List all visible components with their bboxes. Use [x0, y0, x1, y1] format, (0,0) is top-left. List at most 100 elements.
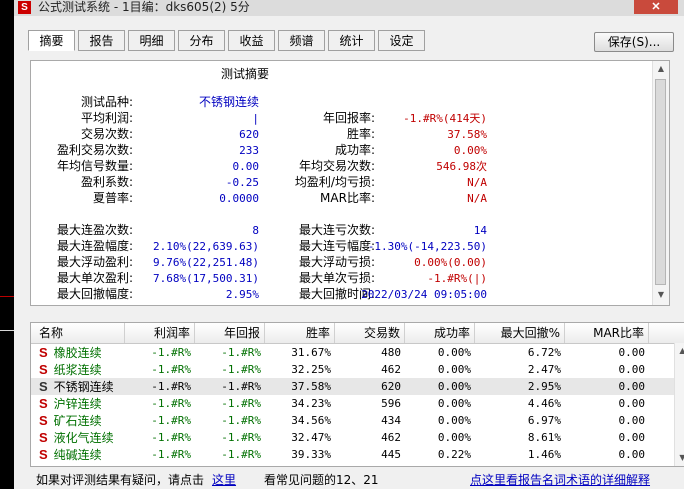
question-text: 如果对评测结果有疑问，请点击	[36, 473, 205, 487]
summary-value: 0.0000	[219, 192, 259, 205]
summary-label: 平均利润:	[80, 111, 133, 125]
summary-label: 均盈利/均亏损:	[294, 175, 375, 189]
summary-label: 最大连亏幅度:	[298, 239, 375, 253]
strategy-s-icon: S	[39, 413, 48, 428]
table-cell: -1.#R%	[151, 346, 191, 359]
summary-label: 最大浮动亏损:	[298, 255, 375, 269]
symbol-name: S 橡胶连续	[31, 344, 125, 361]
scroll-up-icon[interactable]: ▲	[653, 61, 669, 77]
table-cell: 34.56%	[291, 414, 331, 427]
symbol-label: 橡胶连续	[53, 346, 102, 360]
window-title: 公式测试系统 - 1目编：dks605(2) 5分	[38, 0, 250, 14]
symbol-label: 沪锌连续	[53, 397, 102, 411]
app-icon: S	[18, 1, 31, 14]
tab-spectrum[interactable]: 频谱	[278, 30, 325, 51]
tab-settings[interactable]: 设定	[378, 30, 425, 51]
chart-line	[0, 330, 14, 331]
summary-value: 2.95%	[225, 288, 259, 301]
table-cell: -1.#R%	[221, 448, 261, 461]
save-button[interactable]: 保存(S)...	[594, 32, 674, 52]
summary-label: 成功率:	[334, 143, 375, 157]
summary-heading: 测试摘要	[221, 67, 270, 81]
summary-label: 年回报率:	[322, 111, 375, 125]
close-button[interactable]: ✕	[634, 0, 678, 14]
summary-value: N/A	[467, 176, 487, 189]
column-header[interactable]: 胜率	[265, 323, 335, 343]
column-header[interactable]: 交易数	[335, 323, 405, 343]
column-header[interactable]: 成功率	[405, 323, 475, 343]
tab-returns[interactable]: 收益	[228, 30, 275, 51]
summary-value: 2.10%(22,639.63)	[153, 240, 259, 253]
column-header[interactable]: 最大回撤%	[475, 323, 565, 343]
table-cell: 39.33%	[291, 448, 331, 461]
table-cell: 37.58%	[291, 380, 331, 393]
summary-label: 最大连盈幅度:	[56, 239, 133, 253]
summary-value: 9.76%(22,251.48)	[153, 256, 259, 269]
summary-label: 最大单次盈利:	[56, 271, 133, 285]
table-cell: 0.00%	[437, 363, 471, 376]
symbol-label: 纯碱连续	[53, 448, 102, 462]
scroll-up-icon[interactable]: ▲	[675, 343, 684, 359]
symbol-label: 不锈钢连续	[53, 380, 114, 394]
table-row[interactable]: S 纯碱连续 -1.#R% -1.#R% 39.33% 445 0.22% 1.46% 0.00	[31, 446, 674, 463]
summary-label: 最大连亏次数:	[298, 223, 375, 237]
title-bar[interactable]: S 公式测试系统 - 1目编：dks605(2) 5分 ✕	[14, 0, 684, 16]
table-cell: 434	[381, 414, 401, 427]
table-cell: 2.47%	[527, 363, 561, 376]
table-cell: 0.00	[618, 431, 646, 444]
scroll-down-icon[interactable]: ▼	[675, 450, 684, 466]
tab-statistics[interactable]: 统计	[328, 30, 375, 51]
table-cell: -1.#R%	[151, 448, 191, 461]
table-cell: 0.00	[618, 363, 646, 376]
table-cell: -1.#R%	[221, 431, 261, 444]
column-header[interactable]: MAR比率	[565, 323, 649, 343]
table-row[interactable]: S 橡胶连续 -1.#R% -1.#R% 31.67% 480 0.00% 6.72% 0.00	[31, 344, 674, 361]
table-cell: 31.67%	[291, 346, 331, 359]
summary-label: 最大浮动盈利:	[56, 255, 133, 269]
summary-label: MAR比率:	[320, 191, 375, 205]
column-header[interactable]: 利润率	[125, 323, 195, 343]
summary-value: 14	[473, 224, 487, 237]
column-header[interactable]: 名称	[31, 323, 125, 343]
symbol-name: S 沪锌连续	[31, 395, 125, 412]
tab-summary[interactable]: 摘要	[28, 30, 75, 51]
symbol-name: S 纸浆连续	[31, 361, 125, 378]
glossary-link[interactable]: 点这里看报告名词术语的详细解释	[470, 471, 650, 488]
scroll-thumb[interactable]	[655, 79, 666, 285]
summary-value: -0.25	[225, 176, 259, 189]
table-cell: 0.00%	[437, 380, 471, 393]
column-header[interactable]: 年回报	[195, 323, 265, 343]
summary-label: 盈利系数:	[80, 175, 133, 189]
table-cell: 0.00%	[437, 346, 471, 359]
table-row[interactable]: S 纸浆连续 -1.#R% -1.#R% 32.25% 462 0.00% 2.47% 0.00	[31, 361, 674, 378]
strategy-s-icon: S	[39, 430, 48, 445]
summary-label: 最大连盈次数:	[56, 223, 133, 237]
tab-distribution[interactable]: 分布	[178, 30, 225, 51]
table-cell: 0.00	[618, 397, 646, 410]
summary-value: 7.68%(17,500.31)	[153, 272, 259, 285]
symbol-name: S 纯碱连续	[31, 446, 125, 463]
tab-details[interactable]: 明细	[128, 30, 175, 51]
results-table: 名称 利润率 年回报 胜率 交易数 成功率 最大回撤% MAR比率 S 橡胶连续 -…	[30, 322, 684, 467]
summary-value: 620	[239, 128, 259, 141]
scroll-down-icon[interactable]: ▼	[653, 287, 669, 303]
summary-scrollbar[interactable]: ▲ ▼	[652, 61, 669, 305]
here-link[interactable]: 这里	[212, 471, 236, 488]
table-cell: 0.00	[618, 346, 646, 359]
table-row[interactable]: S 液化气连续 -1.#R% -1.#R% 32.47% 462 0.00% 8.61% 0.0…	[31, 429, 674, 446]
table-row[interactable]: S 矿石连续 -1.#R% -1.#R% 34.56% 434 0.00% 6.97% 0.00	[31, 412, 674, 429]
table-scrollbar[interactable]: ▲ ▼	[674, 343, 684, 466]
table-cell: 0.00%	[437, 397, 471, 410]
symbol-label: 纸浆连续	[53, 363, 102, 377]
table-row[interactable]: S 沪锌连续 -1.#R% -1.#R% 34.23% 596 0.00% 4.46% 0.00	[31, 395, 674, 412]
chart-line	[0, 296, 14, 297]
table-row[interactable]: S 不锈钢连续 -1.#R% -1.#R% 37.58% 620 0.00% 2.95% 0.0…	[31, 378, 674, 395]
summary-value: N/A	[467, 192, 487, 205]
tab-report[interactable]: 报告	[78, 30, 125, 51]
summary-value: 233	[239, 144, 259, 157]
symbol-label: 矿石连续	[53, 414, 102, 428]
table-cell: 32.47%	[291, 431, 331, 444]
table-cell: -1.#R%	[151, 380, 191, 393]
table-cell: -1.#R%	[221, 363, 261, 376]
table-cell: 0.00	[618, 414, 646, 427]
